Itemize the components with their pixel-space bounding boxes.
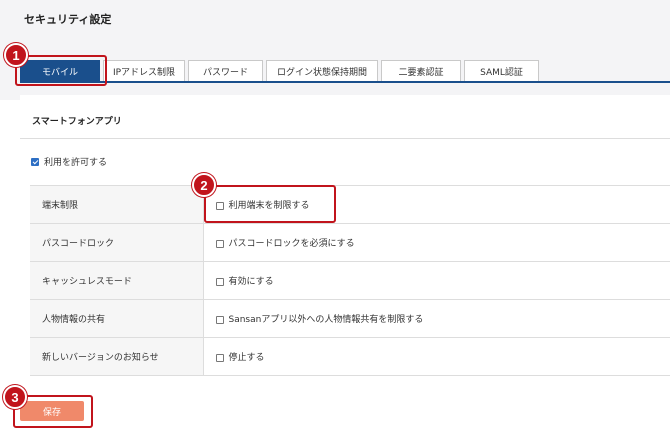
setting-value: Sansanアプリ以外への人物情報共有を制限する [203,299,670,338]
setting-label-cacheless-mode: キャッシュレスモード [30,261,204,300]
section-title: スマートフォンアプリ [32,117,122,127]
allow-usage-label: 利用を許可する [44,158,108,168]
cacheless-mode-option[interactable]: 有効にする [215,277,274,287]
allow-usage-checkbox[interactable] [31,157,39,166]
table-row: 端末制限 利用端末を制限する [30,185,670,224]
person-sharing-checkbox[interactable] [215,315,224,324]
setting-label-person-sharing: 人物情報の共有 [30,299,204,338]
version-notice-checkbox[interactable] [215,353,224,362]
device-restriction-option-label: 利用端末を制限する [228,201,310,211]
tab-two-factor[interactable]: 二要素認証 [381,60,461,82]
tab-saml[interactable]: SAML認証 [464,60,539,82]
cacheless-mode-checkbox[interactable] [215,277,224,286]
person-sharing-option[interactable]: Sansanアプリ以外への人物情報共有を制限する [215,315,424,325]
callout-badge-1: 1 [4,43,28,67]
device-restriction-checkbox[interactable] [215,201,224,210]
setting-label-passcode-lock: パスコードロック [30,223,204,262]
table-row: キャッシュレスモード 有効にする [30,261,670,300]
callout-badge-2: 2 [192,173,216,197]
page-title: セキュリティ設定 [24,13,112,26]
tab-underline [20,81,670,83]
allow-usage-option[interactable]: 利用を許可する [31,155,107,168]
table-row: パスコードロック パスコードロックを必須にする [30,223,670,262]
setting-value: 利用端末を制限する [203,185,670,224]
cacheless-mode-option-label: 有効にする [228,277,274,287]
table-row: 人物情報の共有 Sansanアプリ以外への人物情報共有を制限する [30,299,670,338]
passcode-lock-option-label: パスコードロックを必須にする [228,239,355,249]
setting-value: パスコードロックを必須にする [203,223,670,262]
passcode-lock-checkbox[interactable] [215,239,224,248]
setting-value: 有効にする [203,261,670,300]
settings-table: 端末制限 利用端末を制限する パスコードロック パスコードロックを必須にする キ… [30,185,670,376]
person-sharing-option-label: Sansanアプリ以外への人物情報共有を制限する [228,315,424,325]
setting-value: 停止する [203,337,670,376]
device-restriction-option[interactable]: 利用端末を制限する [215,201,310,211]
page-header: セキュリティ設定 [0,0,670,100]
tab-password[interactable]: パスワード [188,60,263,82]
tab-bar: モバイル IPアドレス制限 パスワード ログイン状態保持期間 二要素認証 SAM… [20,60,542,82]
tab-mobile[interactable]: モバイル [20,60,100,82]
version-notice-option-label: 停止する [228,353,265,363]
tab-ip-restriction[interactable]: IPアドレス制限 [103,60,185,82]
callout-badge-3: 3 [3,385,27,409]
section-divider [20,138,670,139]
version-notice-option[interactable]: 停止する [215,353,265,363]
passcode-lock-option[interactable]: パスコードロックを必須にする [215,239,355,249]
setting-label-version-notice: 新しいバージョンのお知らせ [30,337,204,376]
setting-label-device-restriction: 端末制限 [30,185,204,224]
save-button[interactable]: 保存 [20,401,84,421]
tab-login-retention[interactable]: ログイン状態保持期間 [266,60,378,82]
table-row: 新しいバージョンのお知らせ 停止する [30,337,670,376]
settings-panel: スマートフォンアプリ 利用を許可する 端末制限 利用端末を制限する パスコードロ… [20,95,670,437]
